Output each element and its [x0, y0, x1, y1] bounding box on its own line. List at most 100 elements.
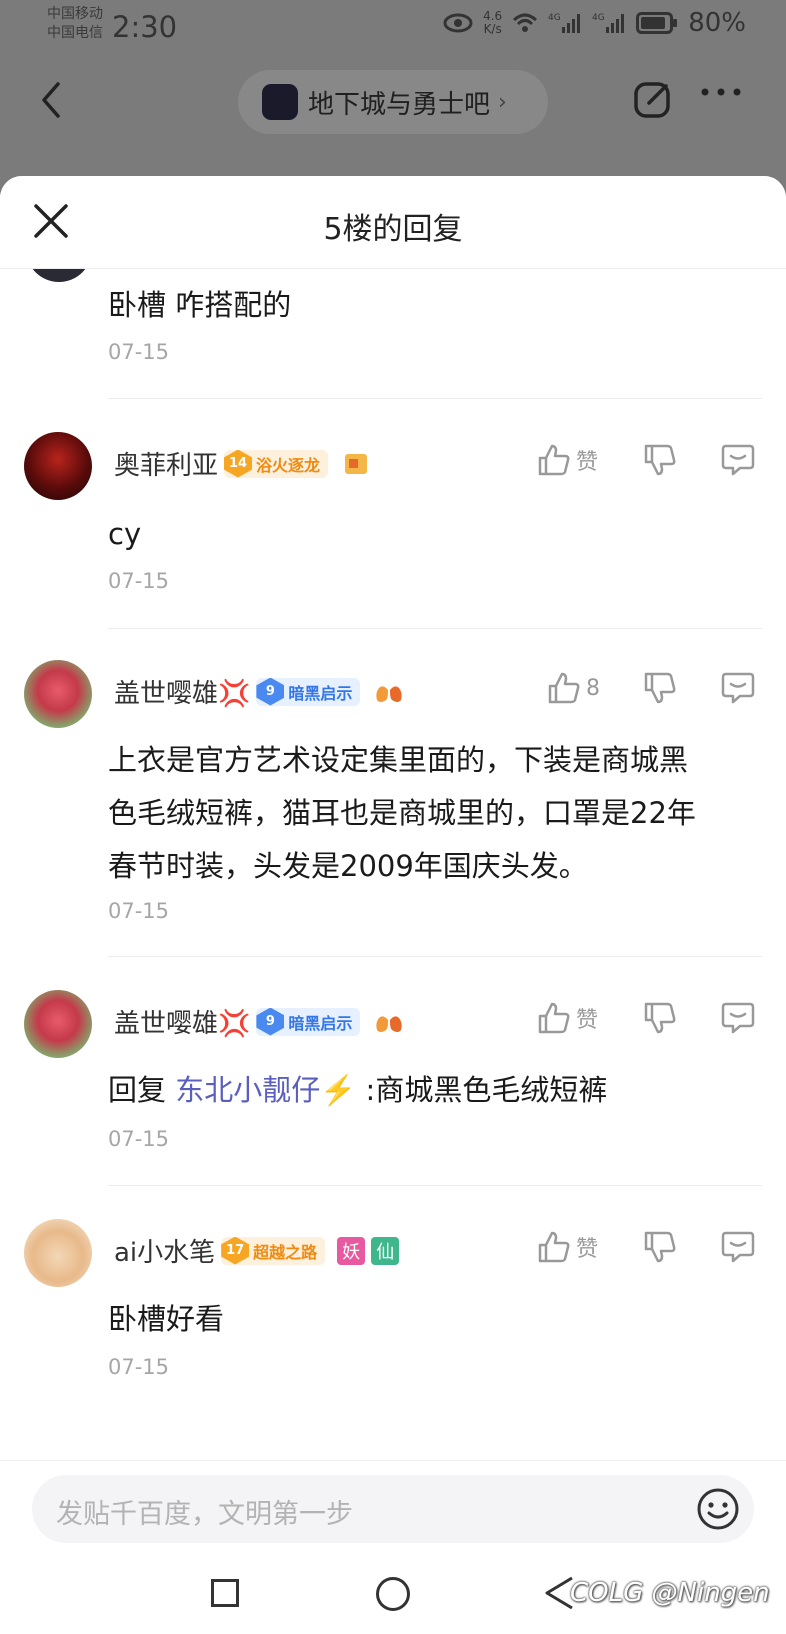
level-number: 17 — [221, 1236, 250, 1265]
signal-4g-icon-1: 4G — [548, 13, 581, 33]
reply-input-bar: 发贴千百度，文明第一步 — [0, 1460, 786, 1557]
divider — [108, 1185, 762, 1186]
forum-name: 地下城与勇士吧 — [308, 89, 491, 120]
reply-content-line: 春节时装，头发是2009年国庆头发。 — [108, 849, 588, 883]
carrier-info: 中国移动 中国电信 — [47, 5, 103, 43]
username[interactable]: 盖世嘤雄💢 — [114, 1003, 250, 1040]
level-number: 9 — [256, 677, 285, 706]
badge-title: 超越之路 — [253, 1242, 318, 1262]
like-icon — [538, 1231, 570, 1263]
reply-user: 盖世嘤雄💢 9 暗黑启示 — [114, 1003, 404, 1040]
mention-link[interactable]: 东北小靓仔⚡️ — [175, 1073, 356, 1107]
battery-percent: 80% — [688, 8, 746, 38]
reply-date: 07-15 — [108, 340, 170, 364]
dislike-icon[interactable] — [642, 1000, 678, 1036]
level-number: 9 — [256, 1007, 285, 1036]
chevron-right-icon: › — [498, 89, 507, 115]
status-time: 2:30 — [112, 10, 178, 44]
carrier-2: 中国电信 — [47, 25, 103, 41]
reply-prefix: 回复 — [108, 1073, 176, 1107]
divider — [108, 628, 762, 629]
reply-actions: 赞 — [536, 1000, 768, 1040]
reply-user: ai小水笔 17 超越之路 妖 仙 — [114, 1232, 400, 1269]
divider — [108, 398, 762, 399]
svg-text:4G: 4G — [548, 13, 561, 23]
signal-4g-icon-2: 4G — [592, 13, 625, 33]
forum-link[interactable]: 地下城与勇士吧 › — [238, 70, 548, 134]
like-button[interactable]: 8 — [546, 670, 600, 706]
like-label: 赞 — [576, 450, 599, 475]
sheet-title: 5楼的回复 — [323, 212, 463, 247]
reply-content: cy — [108, 517, 142, 551]
carrier-1: 中国移动 — [47, 6, 103, 22]
lungs-icon — [376, 680, 403, 702]
level-number: 14 — [224, 449, 253, 478]
share-icon[interactable] — [632, 78, 674, 120]
avatar[interactable] — [24, 990, 92, 1058]
badge-title: 浴火逐龙 — [256, 455, 321, 475]
net-speed: 4.6 K/s — [483, 10, 502, 36]
level-badge: 14 浴火逐龙 — [224, 449, 329, 478]
net-speed-unit: K/s — [483, 22, 502, 36]
reply-content-line: 色毛绒短裤，猫耳也是商城里的，口罩是22年 — [108, 796, 696, 830]
level-badge: 9 暗黑启示 — [256, 677, 361, 706]
back-icon[interactable] — [32, 80, 72, 120]
like-button[interactable]: 赞 — [536, 1000, 598, 1036]
reply-date: 07-15 — [108, 569, 170, 593]
reply-actions: 赞 — [536, 1229, 768, 1269]
like-icon — [548, 672, 580, 704]
svg-text:4G: 4G — [592, 13, 605, 23]
reply-actions: 赞 — [536, 442, 768, 482]
reply-date: 07-15 — [108, 899, 170, 923]
reply-content: 回复 东北小靓仔⚡️ :商城黑色毛绒短裤 — [108, 1064, 607, 1117]
like-label: 赞 — [576, 1237, 599, 1262]
tag-badge: 仙 — [371, 1236, 400, 1265]
input-placeholder: 发贴千百度，文明第一步 — [56, 1499, 353, 1530]
reply-icon[interactable] — [720, 1000, 756, 1036]
emoji-icon[interactable] — [696, 1487, 740, 1531]
more-icon[interactable] — [700, 86, 742, 98]
reply-user: 奥菲利亚 14 浴火逐龙 — [114, 445, 370, 482]
reply-text: :商城黑色毛绒短裤 — [356, 1073, 608, 1107]
top-nav: 地下城与勇士吧 › — [0, 62, 786, 142]
avatar[interactable] — [24, 660, 92, 728]
recent-apps-icon[interactable] — [211, 1579, 239, 1607]
status-icons: 4.6 K/s 4G 4G 80% — [443, 8, 746, 38]
divider — [108, 956, 762, 957]
system-nav-bar: COLG @Ningen — [0, 1556, 786, 1634]
reply-date: 07-15 — [108, 1127, 170, 1151]
tag-badge: 妖 — [337, 1236, 366, 1265]
forum-logo-icon — [262, 84, 298, 120]
dislike-icon[interactable] — [642, 1229, 678, 1265]
like-count: 8 — [586, 675, 600, 701]
reply-content: 卧槽 咋搭配的 — [108, 288, 292, 322]
reply-date: 07-15 — [108, 1355, 170, 1379]
lungs-icon — [376, 1010, 403, 1032]
like-icon — [538, 1002, 570, 1034]
reply-input[interactable]: 发贴千百度，文明第一步 — [32, 1475, 754, 1543]
reply-icon[interactable] — [720, 442, 756, 478]
watermark: COLG @Ningen — [570, 1578, 770, 1608]
reply-sheet: 5楼的回复 卧槽 咋搭配的 07-15 奥菲利亚 14 浴火逐龙 赞 cy 07-… — [0, 176, 786, 1634]
username[interactable]: ai小水笔 — [114, 1232, 215, 1269]
username[interactable]: 盖世嘤雄💢 — [114, 673, 250, 710]
level-badge: 17 超越之路 — [221, 1236, 326, 1265]
dislike-icon[interactable] — [642, 442, 678, 478]
avatar[interactable] — [24, 432, 92, 500]
dislike-icon[interactable] — [642, 670, 678, 706]
avatar[interactable] — [24, 1219, 92, 1287]
badge-title: 暗黑启示 — [288, 1013, 353, 1033]
battery-icon — [636, 12, 678, 34]
like-button[interactable]: 赞 — [536, 442, 598, 478]
status-bar: 中国移动 中国电信 2:30 4.6 K/s 4G 4G 80% — [0, 0, 786, 58]
level-badge: 9 暗黑启示 — [256, 1007, 361, 1036]
like-button[interactable]: 赞 — [536, 1229, 598, 1265]
reply-icon[interactable] — [720, 670, 756, 706]
reply-icon[interactable] — [720, 1229, 756, 1265]
reply-content: 卧槽好看 — [108, 1302, 225, 1336]
wifi-icon — [513, 13, 538, 32]
badge-title: 暗黑启示 — [288, 683, 353, 703]
home-icon[interactable] — [376, 1577, 410, 1611]
username[interactable]: 奥菲利亚 — [114, 445, 218, 482]
reply-actions: 8 — [536, 670, 768, 710]
